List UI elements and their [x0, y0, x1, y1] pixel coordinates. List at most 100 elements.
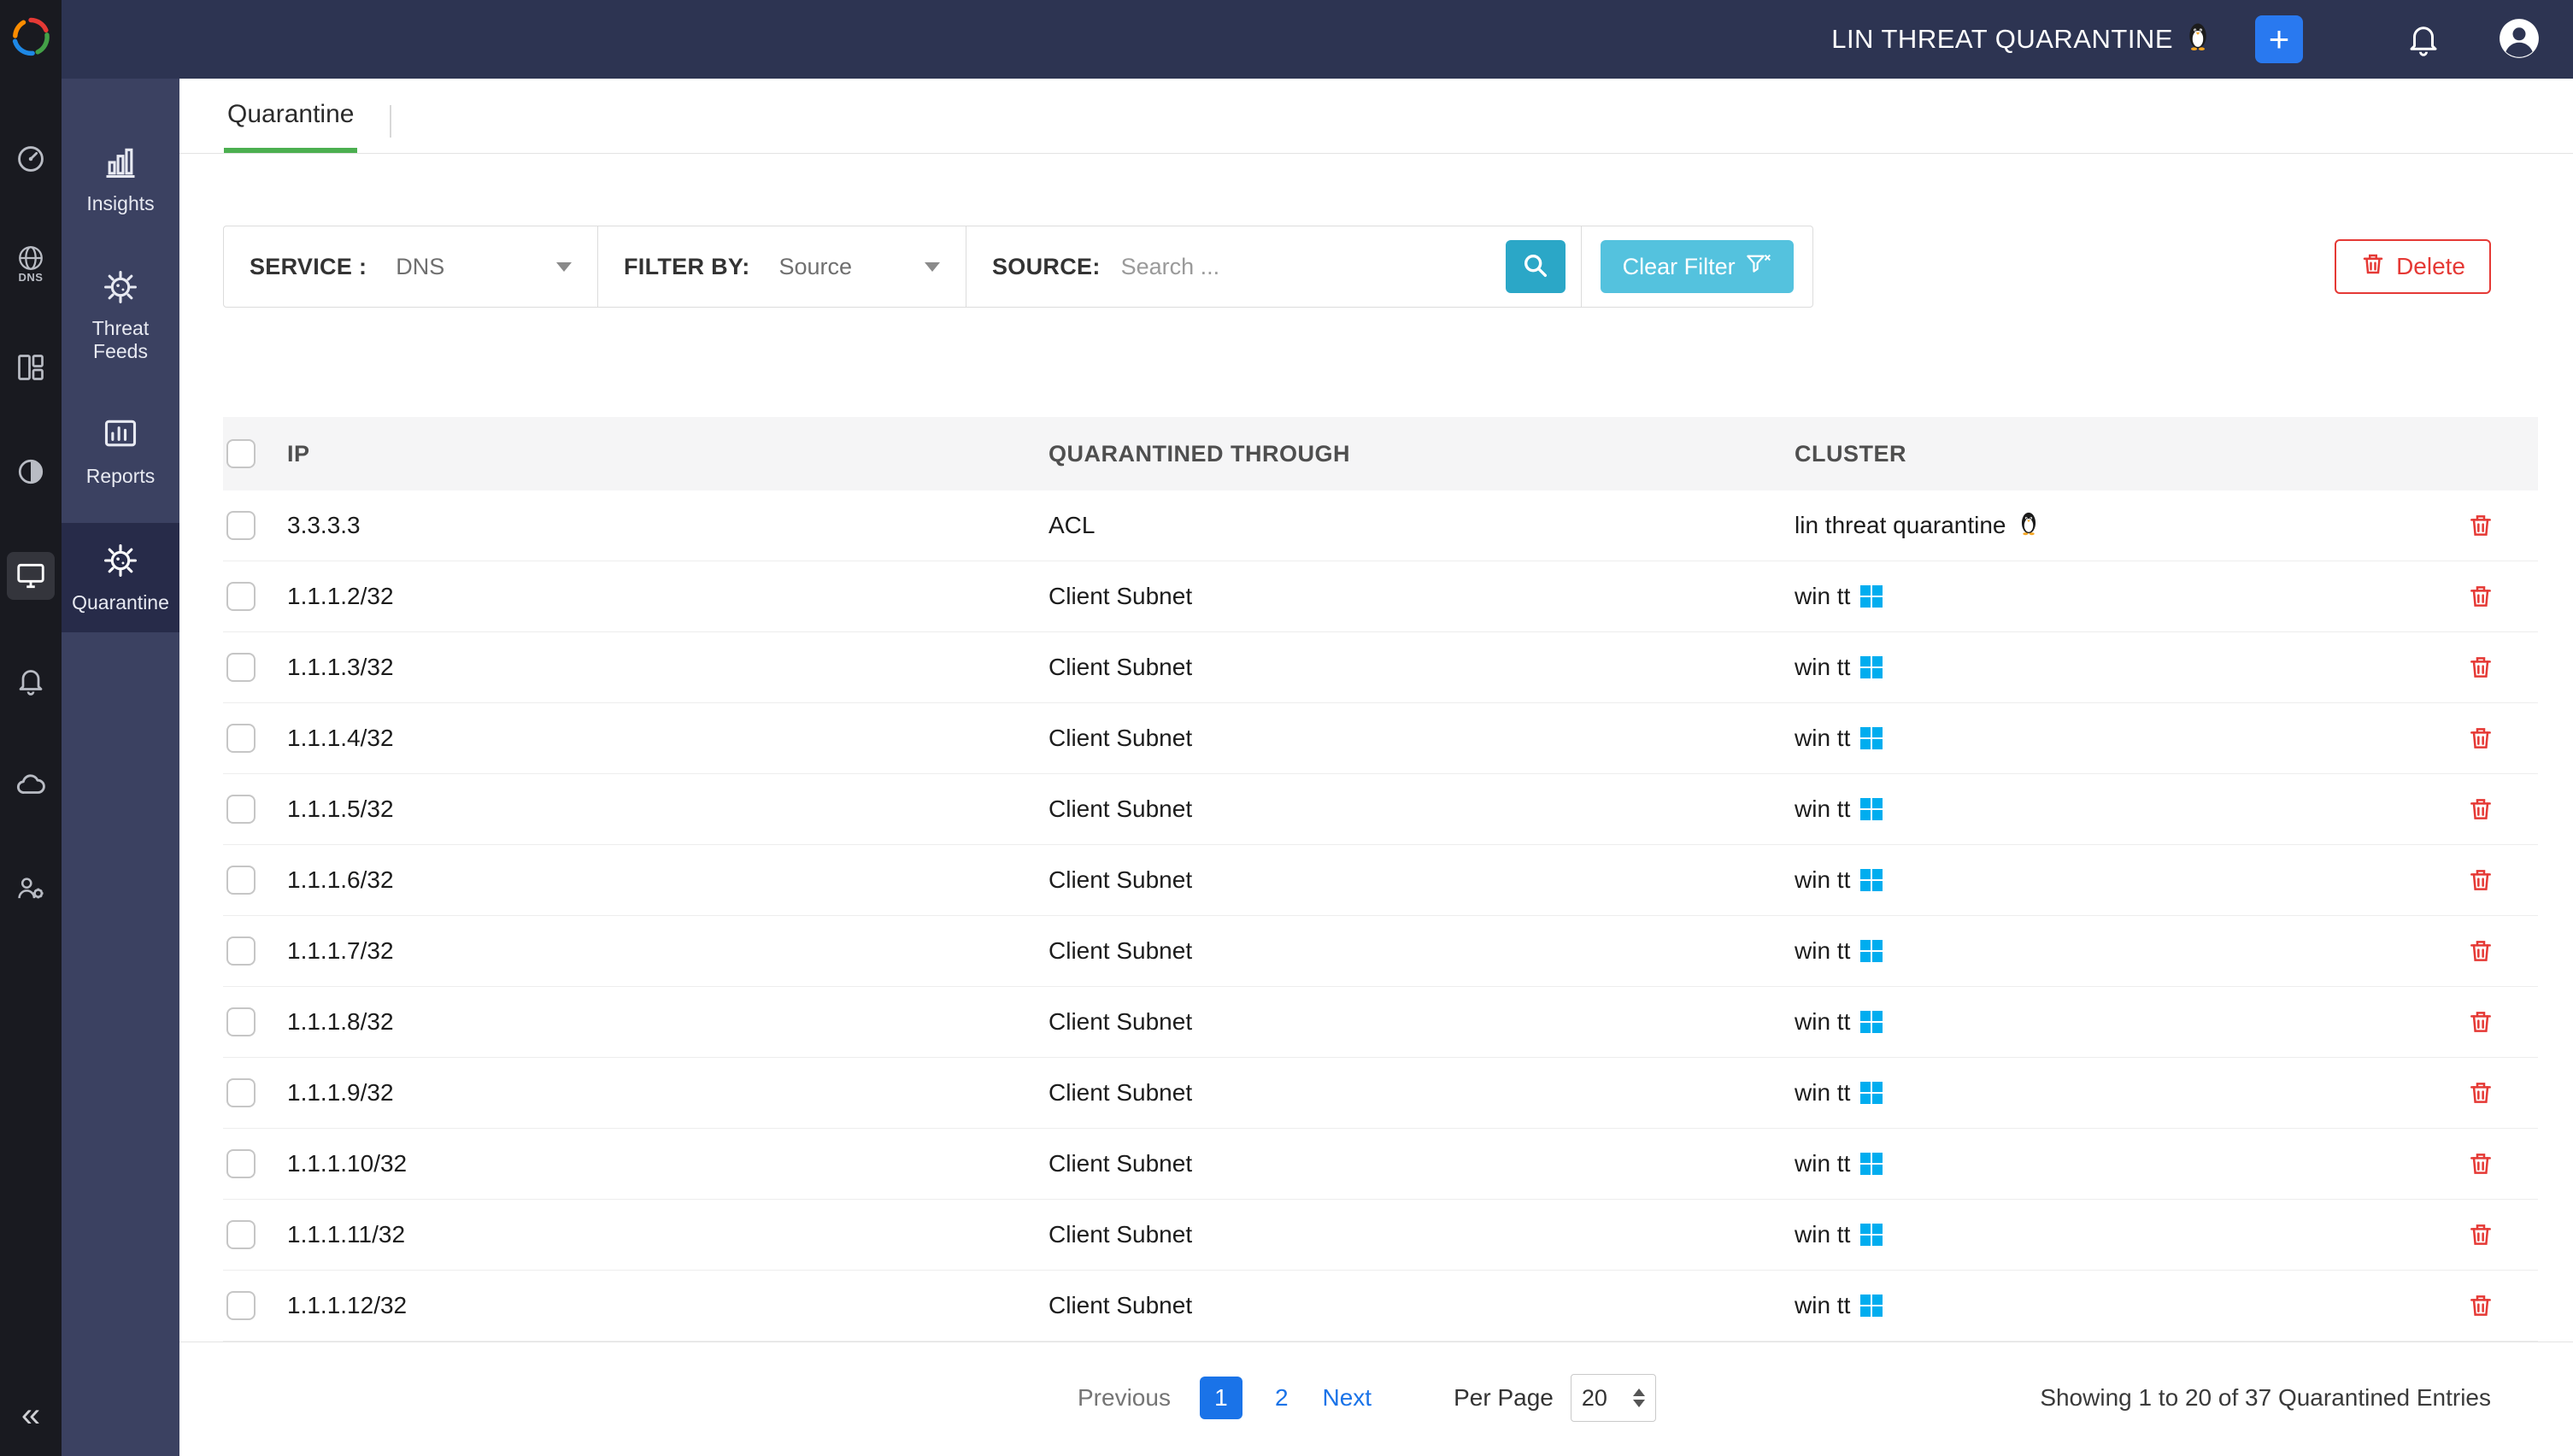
service-select[interactable]: SERVICE : DNS	[224, 226, 597, 307]
row-ip: 1.1.1.7/32	[287, 937, 1049, 965]
row-cluster: win tt	[1795, 866, 2423, 894]
delete-row-button[interactable]	[2467, 796, 2494, 823]
delete-row-button[interactable]	[2467, 1008, 2494, 1036]
row-ip: 1.1.1.11/32	[287, 1221, 1049, 1248]
bar-chart-icon	[102, 144, 139, 185]
row-checkbox[interactable]	[226, 1149, 256, 1178]
filter-toolbar: SERVICE : DNS FILTER BY: Source SOURCE:	[223, 226, 2491, 308]
delete-row-button[interactable]	[2467, 512, 2494, 539]
sidebar-item-label: Insights	[86, 192, 154, 214]
search-button[interactable]	[1506, 240, 1566, 293]
row-quarantined-through: Client Subnet	[1049, 1221, 1795, 1248]
app-logo[interactable]	[6, 12, 56, 62]
row-quarantined-through: Client Subnet	[1049, 1008, 1795, 1036]
sidebar-item-insights[interactable]: Insights	[62, 125, 179, 234]
clear-filter-button[interactable]: Clear Filter	[1601, 240, 1794, 293]
table-row: 1.1.1.11/32 Client Subnet win tt	[223, 1200, 2538, 1271]
row-checkbox[interactable]	[226, 1078, 256, 1107]
row-ip: 1.1.1.3/32	[287, 654, 1049, 681]
per-page-select[interactable]: 20	[1571, 1374, 1656, 1422]
bell-icon[interactable]	[7, 656, 55, 704]
admin-gear-icon[interactable]	[7, 865, 55, 913]
service-value: DNS	[396, 254, 444, 280]
column-header-cluster: CLUSTER	[1795, 441, 2423, 467]
row-quarantined-through: Client Subnet	[1049, 1292, 1795, 1319]
row-ip: 1.1.1.6/32	[287, 866, 1049, 894]
table-row: 1.1.1.8/32 Client Subnet win tt	[223, 987, 2538, 1058]
windows-icon	[1860, 869, 1883, 891]
row-quarantined-through: Client Subnet	[1049, 866, 1795, 894]
cloud-icon[interactable]	[7, 760, 55, 808]
previous-page-link[interactable]: Previous	[1078, 1384, 1171, 1412]
sidebar: Insights Threat Feeds Reports Quara	[62, 79, 179, 1456]
row-checkbox[interactable]	[226, 724, 256, 753]
penguin-icon	[2017, 510, 2041, 542]
workstation-icon[interactable]	[7, 552, 55, 600]
row-checkbox[interactable]	[226, 1220, 256, 1249]
delete-row-button[interactable]	[2467, 1221, 2494, 1248]
delete-button[interactable]: Delete	[2335, 239, 2491, 294]
row-checkbox[interactable]	[226, 582, 256, 611]
notifications-bell-icon[interactable]	[2406, 21, 2441, 59]
row-ip: 1.1.1.10/32	[287, 1150, 1049, 1177]
sidebar-item-label: Threat Feeds	[67, 317, 174, 362]
windows-icon	[1860, 727, 1883, 749]
windows-icon	[1860, 940, 1883, 962]
page-button-1[interactable]: 1	[1200, 1377, 1242, 1419]
filter-by-select[interactable]: FILTER BY: Source	[598, 226, 966, 307]
row-checkbox[interactable]	[226, 1007, 256, 1036]
speedometer-icon[interactable]	[7, 135, 55, 183]
row-quarantined-through: Client Subnet	[1049, 796, 1795, 823]
add-button[interactable]: +	[2255, 15, 2303, 63]
row-quarantined-through: Client Subnet	[1049, 1150, 1795, 1177]
dark-mode-icon[interactable]	[7, 448, 55, 496]
row-checkbox[interactable]	[226, 653, 256, 682]
delete-row-button[interactable]	[2467, 1292, 2494, 1319]
app-grid-icon[interactable]	[7, 343, 55, 391]
row-cluster: win tt	[1795, 1008, 2423, 1036]
penguin-icon	[2183, 21, 2212, 58]
row-checkbox[interactable]	[226, 936, 256, 966]
next-page-link[interactable]: Next	[1323, 1384, 1372, 1412]
delete-row-button[interactable]	[2467, 1079, 2494, 1107]
row-cluster: win tt	[1795, 1150, 2423, 1177]
row-ip: 3.3.3.3	[287, 512, 1049, 539]
row-checkbox[interactable]	[226, 511, 256, 540]
table-body: 3.3.3.3 ACL lin threat quarantine	[223, 490, 2538, 1342]
sidebar-item-quarantine[interactable]: Quarantine	[62, 523, 179, 632]
delete-row-button[interactable]	[2467, 1150, 2494, 1177]
virus-icon	[102, 268, 139, 310]
delete-row-button[interactable]	[2467, 583, 2494, 610]
chevron-down-icon	[556, 262, 572, 272]
dns-label: DNS	[19, 271, 44, 284]
pagination-summary: Showing 1 to 20 of 37 Quarantined Entrie…	[2040, 1384, 2491, 1412]
topbar: LIN THREAT QUARANTINE +	[62, 0, 2573, 79]
account-avatar-icon[interactable]	[2498, 17, 2541, 62]
stepper-arrows-icon	[1633, 1388, 1645, 1407]
delete-row-button[interactable]	[2467, 654, 2494, 681]
collapse-sidebar-button[interactable]: «	[21, 1398, 40, 1432]
delete-row-button[interactable]	[2467, 937, 2494, 965]
windows-icon	[1860, 1082, 1883, 1104]
row-checkbox[interactable]	[226, 1291, 256, 1320]
rail-icon-list: DNS	[7, 135, 55, 913]
row-checkbox[interactable]	[226, 866, 256, 895]
select-all-checkbox[interactable]	[226, 439, 256, 468]
table-row: 1.1.1.2/32 Client Subnet win tt	[223, 561, 2538, 632]
tab-quarantine[interactable]: Quarantine	[224, 100, 357, 153]
table-row: 1.1.1.9/32 Client Subnet win tt	[223, 1058, 2538, 1129]
filter-clear-icon	[1746, 252, 1771, 282]
table-row: 1.1.1.3/32 Client Subnet win tt	[223, 632, 2538, 703]
page-button-2[interactable]: 2	[1266, 1379, 1297, 1417]
source-search-input[interactable]	[1121, 254, 1480, 280]
page-title-text: LIN THREAT QUARANTINE	[1831, 24, 2173, 55]
row-cluster: win tt	[1795, 796, 2423, 823]
delete-row-button[interactable]	[2467, 866, 2494, 894]
delete-row-button[interactable]	[2467, 725, 2494, 752]
sidebar-item-reports[interactable]: Reports	[62, 396, 179, 506]
dns-globe-icon[interactable]: DNS	[7, 239, 55, 287]
tab-label: Quarantine	[227, 100, 354, 128]
sidebar-item-threat-feeds[interactable]: Threat Feeds	[62, 250, 179, 381]
table-row: 1.1.1.5/32 Client Subnet win tt	[223, 774, 2538, 845]
row-checkbox[interactable]	[226, 795, 256, 824]
